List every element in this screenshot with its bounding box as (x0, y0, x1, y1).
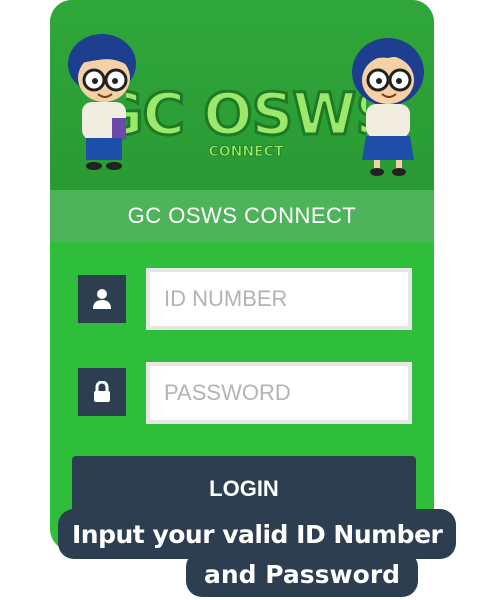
banner: GC OSWS CONNECT (50, 0, 434, 190)
gc-osws-logo: GC OSWS CONNECT (126, 79, 366, 161)
svg-text:CONNECT: CONNECT (209, 144, 284, 160)
password-field[interactable] (146, 362, 412, 424)
password-input[interactable] (162, 379, 408, 407)
girl-mascot-illustration (352, 38, 424, 176)
id-number-input[interactable] (162, 285, 408, 313)
svg-text:GC OSWS: GC OSWS (126, 80, 366, 148)
instruction-caption-line2: and Password (186, 551, 419, 597)
id-number-field[interactable] (146, 268, 412, 330)
app-title-bar: GC OSWS CONNECT (50, 190, 434, 242)
user-icon-glyph (93, 289, 111, 309)
login-card: GC OSWS CONNECT (50, 0, 434, 551)
lock-icon (78, 368, 126, 416)
app-title: GC OSWS CONNECT (127, 203, 357, 228)
lock-icon-glyph (94, 381, 110, 402)
user-icon (78, 275, 126, 323)
